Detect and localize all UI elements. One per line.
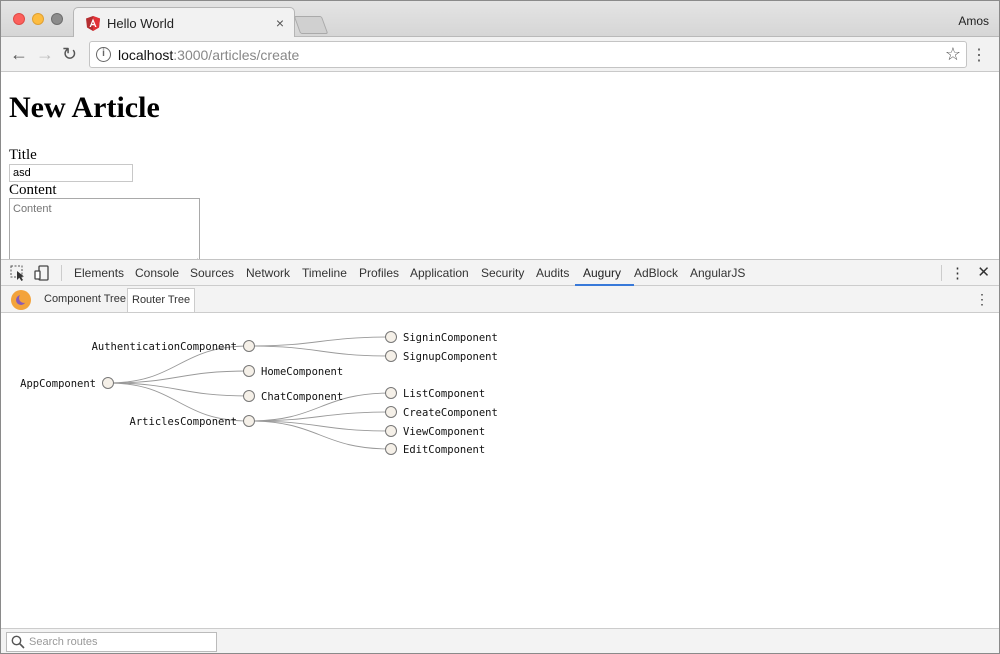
tree-node-label: ListComponent	[403, 388, 485, 400]
augury-menu-icon[interactable]: ⋮	[975, 291, 989, 308]
page-title: New Article	[9, 91, 160, 124]
tree-node-circle[interactable]	[385, 425, 397, 437]
inspect-element-icon[interactable]	[10, 265, 26, 281]
tree-node-label: SignupComponent	[403, 351, 498, 363]
browser-window: Hello World × Amos ← → ↻ i localhost:300…	[0, 0, 1000, 654]
browser-menu-icon[interactable]: ⋮	[971, 45, 987, 65]
tree-node-circle[interactable]	[385, 387, 397, 399]
devtools-menu-icon[interactable]: ⋮	[950, 264, 965, 282]
new-tab-button[interactable]	[293, 16, 329, 34]
devtools-tab-application[interactable]: Application	[410, 266, 469, 280]
browser-tab[interactable]: Hello World ×	[73, 7, 295, 38]
tree-node-create[interactable]: CreateComponent	[385, 406, 498, 420]
devtools-panel: Elements Console Sources Network Timeline Pro…	[1, 259, 999, 653]
tab-close-icon[interactable]: ×	[276, 15, 284, 31]
tree-node-label: ViewComponent	[403, 426, 485, 438]
search-input[interactable]	[6, 632, 217, 652]
tree-node-app[interactable]: AppComponent	[20, 377, 114, 391]
devtools-tab-sources[interactable]: Sources	[190, 266, 234, 280]
tree-link	[107, 370, 250, 384]
window-maximize-button[interactable]	[51, 13, 63, 25]
tree-node-circle[interactable]	[102, 377, 114, 389]
devtools-tab-network[interactable]: Network	[246, 266, 290, 280]
devtools-tab-bar: Elements Console Sources Network Timeline Pro…	[1, 260, 999, 286]
tree-node-label: EditComponent	[403, 444, 485, 456]
devtools-tab-audits[interactable]: Audits	[536, 266, 569, 280]
tree-link	[248, 420, 392, 450]
tree-link	[107, 382, 250, 397]
augury-logo-icon	[11, 290, 31, 310]
window-close-button[interactable]	[13, 13, 25, 25]
page-content: New Article Title Content	[1, 73, 999, 259]
address-bar[interactable]: i localhost:3000/articles/create ☆	[89, 41, 967, 68]
tab-title: Hello World	[107, 16, 174, 31]
tree-node-signin[interactable]: SigninComponent	[385, 331, 498, 345]
tree-node-circle[interactable]	[385, 350, 397, 362]
tree-link	[248, 336, 392, 347]
devtools-tab-angularjs[interactable]: AngularJS	[690, 266, 745, 280]
tree-node-edit[interactable]: EditComponent	[385, 443, 486, 457]
url-text[interactable]: localhost:3000/articles/create	[118, 47, 299, 63]
augury-toolbar: Component Tree Router Tree ⋮	[1, 286, 999, 313]
devtools-tab-elements[interactable]: Elements	[74, 266, 124, 280]
tree-link	[248, 420, 392, 432]
tree-node-label: AuthenticationComponent	[92, 341, 237, 353]
tab-router-tree[interactable]: Router Tree	[127, 288, 196, 312]
url-path: :3000/articles/create	[173, 47, 300, 63]
tree-node-circle[interactable]	[243, 390, 255, 402]
angular-favicon-icon	[86, 16, 100, 31]
tree-node-articles[interactable]: ArticlesComponent	[130, 415, 255, 429]
tree-node-label: CreateComponent	[403, 407, 498, 419]
tree-node-circle[interactable]	[385, 443, 397, 455]
tree-node-circle[interactable]	[385, 331, 397, 343]
tree-node-authentication[interactable]: AuthenticationComponent	[92, 340, 255, 354]
tree-node-circle[interactable]	[385, 406, 397, 418]
content-textarea[interactable]	[9, 198, 200, 259]
tab-strip: Hello World × Amos	[1, 1, 999, 38]
tree-node-home[interactable]: HomeComponent	[243, 365, 344, 379]
tree-node-label: ChatComponent	[261, 391, 343, 403]
router-tree: AppComponent AuthenticationComponent Signi…	[20, 331, 498, 457]
tree-link	[248, 345, 392, 357]
devtools-tab-adblock[interactable]: AdBlock	[634, 266, 678, 280]
tree-node-view[interactable]: ViewComponent	[385, 425, 486, 439]
reload-icon[interactable]: ↻	[62, 45, 77, 63]
tree-node-chat[interactable]: ChatComponent	[243, 390, 344, 404]
devtools-close-icon[interactable]: ✕	[977, 263, 990, 281]
forward-arrow-icon[interactable]: →	[36, 45, 54, 63]
title-input[interactable]	[9, 164, 133, 182]
toolbar-separator	[941, 265, 942, 281]
tree-node-list[interactable]: ListComponent	[385, 387, 486, 401]
devtools-tab-timeline[interactable]: Timeline	[302, 266, 347, 280]
profile-name[interactable]: Amos	[958, 14, 989, 28]
devtools-tab-security[interactable]: Security	[481, 266, 524, 280]
tree-node-label: SigninComponent	[403, 332, 498, 344]
devtools-tab-console[interactable]: Console	[135, 266, 179, 280]
bookmark-star-icon[interactable]: ☆	[945, 44, 961, 65]
devtools-tab-profiles[interactable]: Profiles	[359, 266, 399, 280]
search-icon	[11, 635, 25, 649]
tree-node-label: HomeComponent	[261, 366, 343, 378]
tree-node-label: AppComponent	[20, 378, 96, 390]
tree-node-circle[interactable]	[243, 365, 255, 377]
device-toolbar-icon[interactable]	[34, 265, 50, 281]
tree-node-circle[interactable]	[243, 415, 255, 427]
browser-toolbar: ← → ↻ i localhost:3000/articles/create ☆…	[1, 37, 999, 72]
tree-node-signup[interactable]: SignupComponent	[385, 350, 498, 364]
back-arrow-icon[interactable]: ←	[10, 45, 28, 63]
toolbar-separator	[61, 265, 62, 281]
url-host: localhost	[118, 47, 174, 63]
tab-component-tree[interactable]: Component Tree	[40, 288, 130, 312]
tree-node-label: ArticlesComponent	[130, 416, 237, 428]
devtools-tab-augury[interactable]: Augury	[583, 266, 621, 280]
content-label: Content	[9, 182, 57, 198]
tree-node-circle[interactable]	[243, 340, 255, 352]
info-icon[interactable]: i	[96, 47, 111, 62]
window-minimize-button[interactable]	[32, 13, 44, 25]
search-bar	[1, 628, 999, 653]
title-label: Title	[9, 147, 37, 163]
